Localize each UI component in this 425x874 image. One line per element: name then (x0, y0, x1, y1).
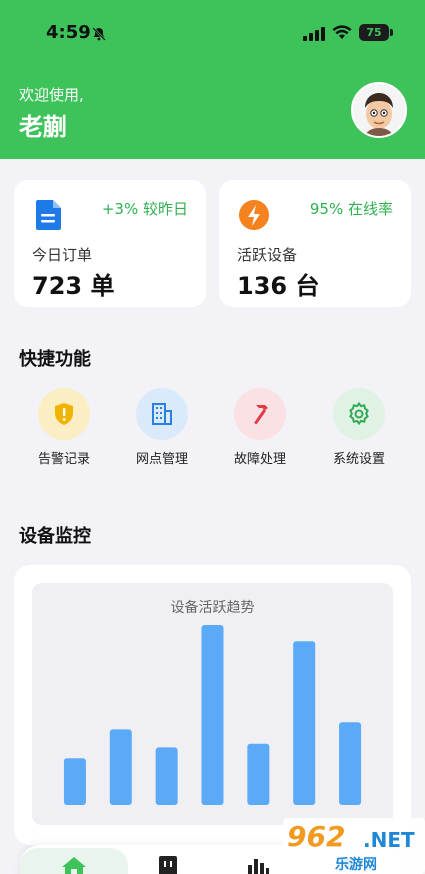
bell-muted-icon (92, 26, 106, 45)
hammer-icon (234, 388, 286, 440)
quick-label: 网点管理 (135, 452, 188, 467)
welcome-text: 欢迎使用, (19, 86, 84, 104)
devices-value: 136 台 (237, 272, 320, 300)
chart-bar-5 (247, 743, 270, 805)
chart-canvas (63, 625, 362, 805)
quick-alarm-records[interactable]: 告警记录 (14, 388, 114, 467)
avatar[interactable] (351, 82, 407, 138)
chart-bar-7 (339, 722, 362, 805)
orders-delta: +3% 较昨日 (101, 200, 188, 218)
home-icon[interactable] (60, 855, 88, 874)
monitor-card: 设备活跃趋势 (14, 565, 411, 845)
building-icon (136, 388, 188, 440)
shield-alert-icon (38, 388, 90, 440)
quick-label: 故障处理 (233, 452, 286, 467)
monitor-title: 设备监控 (19, 526, 91, 547)
wifi-icon (332, 24, 352, 44)
quick-label: 系统设置 (332, 452, 385, 467)
watermark-net: .NET (363, 828, 415, 852)
watermark-sub: 乐游网 (335, 857, 377, 873)
gear-icon (333, 388, 385, 440)
device-icon[interactable] (158, 855, 178, 874)
devices-delta: 95% 在线率 (309, 200, 393, 218)
chart-title: 设备活跃趋势 (170, 600, 255, 616)
quick-label: 告警记录 (37, 452, 90, 467)
chart-bar-1 (63, 758, 86, 805)
activity-chart: 设备活跃趋势 (32, 583, 393, 825)
orders-value: 723 单 (32, 272, 115, 300)
quick-system-settings[interactable]: 系统设置 (309, 388, 409, 467)
status-time: 4:59 (46, 22, 91, 43)
status-bar: 4:59 75 (0, 0, 425, 64)
stat-card-devices[interactable]: 95% 在线率 活跃设备 136 台 (219, 180, 411, 307)
chart-bar-2 (109, 729, 132, 805)
watermark-number: 962 (287, 820, 346, 853)
site-watermark: 962 .NET 乐游网 (283, 818, 425, 874)
username: 老蒯 (19, 113, 67, 141)
chart-bar-4 (201, 625, 224, 805)
signal-icon (303, 26, 325, 45)
chart-bar-3 (155, 747, 178, 805)
document-icon (32, 198, 66, 232)
quick-site-management[interactable]: 网点管理 (112, 388, 212, 467)
chart-bar-6 (293, 641, 316, 805)
battery-indicator: 75 (359, 24, 393, 41)
quick-fault-handling[interactable]: 故障处理 (210, 388, 310, 467)
welcome-header: 欢迎使用, 老蒯 (0, 64, 425, 159)
devices-label: 活跃设备 (237, 246, 298, 264)
lightning-icon (237, 198, 271, 232)
orders-label: 今日订单 (32, 246, 93, 264)
quick-actions-title: 快捷功能 (19, 349, 91, 370)
stat-card-orders[interactable]: +3% 较昨日 今日订单 723 单 (14, 180, 206, 307)
bar-chart-icon[interactable] (246, 855, 270, 874)
